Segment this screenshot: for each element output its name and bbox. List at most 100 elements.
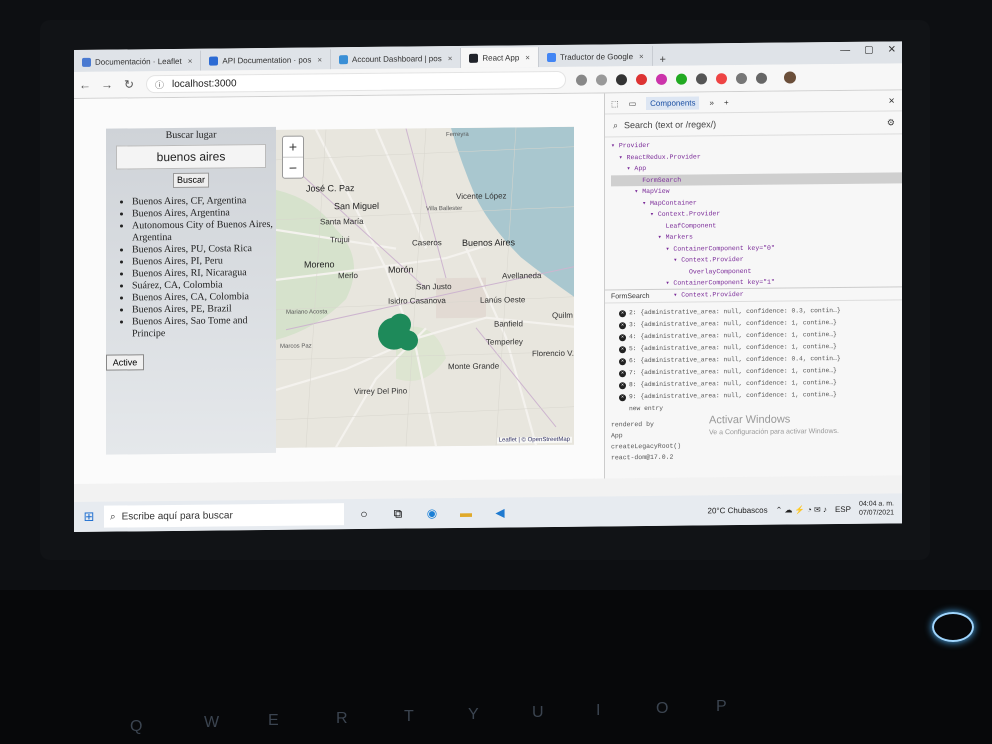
prop-text: 8: {administrative_area: null, confidenc… — [629, 379, 837, 389]
error-icon: × — [619, 346, 626, 354]
tray-icons[interactable]: ⌃ ☁ ⚡ ◔ ✉ ♪ — [776, 505, 827, 515]
close-icon[interactable]: ✕ — [888, 44, 896, 55]
component-search[interactable]: ⌕ Search (text or /regex/) ⚙ — [605, 111, 902, 138]
map-view[interactable]: Ferreyra José C. Paz San Miguel Santa Ma… — [276, 126, 574, 448]
map-label: Avellaneda — [502, 271, 542, 281]
results-list: Buenos Aires, CF, Argentina Buenos Aires… — [106, 195, 276, 341]
extension-icon[interactable] — [636, 73, 647, 85]
avatar[interactable] — [784, 71, 796, 84]
error-icon: × — [619, 358, 626, 366]
map-label: Quilm — [552, 310, 573, 320]
tab-favicon — [82, 57, 91, 67]
map-label: Moreno — [304, 259, 335, 270]
close-icon[interactable]: × — [639, 52, 644, 61]
search-button[interactable]: Buscar — [173, 172, 209, 188]
task-view-icon[interactable]: ⧉ — [390, 506, 406, 522]
component-tree: ▾ Provider ▾ ReactRedux.Provider ▾ App F… — [605, 134, 902, 301]
key-t: T — [404, 708, 414, 725]
info-icon[interactable]: ⓘ — [155, 78, 164, 91]
activation-watermark: Activar Windows — [709, 413, 791, 427]
search-icon: ⌕ — [613, 119, 619, 130]
rendered-by-item[interactable]: App — [611, 430, 681, 442]
clock-date: 07/07/2021 — [858, 509, 894, 517]
maximize-icon[interactable]: ▢ — [864, 45, 873, 56]
weather-widget[interactable]: 20°C Chubascos — [708, 505, 768, 515]
rendered-by-item[interactable]: react-dom@17.0.2 — [611, 452, 681, 464]
zoom-in-button[interactable]: + — [283, 137, 303, 157]
tab-favicon — [209, 55, 219, 66]
search-input[interactable]: buenos aires — [116, 143, 266, 170]
device-icon[interactable]: ▭ — [629, 99, 637, 108]
extensions-bar — [576, 71, 796, 86]
extension-icon[interactable] — [616, 73, 627, 85]
map-label: Morón — [388, 264, 414, 275]
list-item[interactable]: Autonomous City of Buenos Aires, Argenti… — [132, 219, 276, 245]
extension-icon[interactable] — [656, 73, 667, 85]
map-label: San Justo — [416, 282, 452, 292]
language-indicator[interactable]: ESP — [835, 504, 851, 513]
minimize-icon[interactable]: — — [840, 45, 850, 56]
inspect-icon[interactable]: ⬚ — [611, 99, 619, 108]
close-icon[interactable]: × — [317, 55, 322, 64]
more-tabs-icon[interactable]: » — [709, 98, 713, 107]
screen: Documentación · Leaflet × API Documentati… — [74, 41, 902, 532]
url-field[interactable]: ⓘ localhost:3000 — [146, 70, 566, 94]
map-label: Monte Grande — [448, 361, 500, 372]
close-icon[interactable]: × — [525, 53, 530, 62]
map-label: Santa María — [320, 216, 364, 227]
collections-icon[interactable] — [756, 72, 767, 84]
file-explorer-icon[interactable]: ▬ — [458, 505, 474, 521]
keyboard: Q W E R T Y U I O P — [0, 590, 992, 744]
taskbar-search[interactable]: ⌕ Escribe aquí para buscar — [104, 503, 344, 528]
location-icon[interactable] — [576, 74, 587, 86]
extension-icon[interactable] — [676, 73, 687, 85]
rendered-by-label: rendered by — [611, 420, 654, 429]
browser-tab-active[interactable]: React App × — [461, 47, 539, 68]
add-tab-icon[interactable]: + — [724, 98, 729, 107]
favorite-icon[interactable] — [596, 73, 607, 86]
close-icon[interactable]: × — [188, 56, 193, 65]
extension-icon[interactable] — [716, 72, 727, 84]
key-q: Q — [130, 718, 143, 735]
list-item[interactable]: Buenos Aires, Sao Tome and Principe — [132, 315, 276, 341]
tab-favicon — [469, 53, 479, 63]
reload-icon[interactable]: ↻ — [118, 77, 140, 91]
zoom-control: + − — [282, 135, 304, 179]
props-list: × 2: {administrative_area: null, confiden… — [619, 305, 841, 415]
extension-icon[interactable] — [696, 72, 707, 84]
search-icon: ⌕ — [110, 511, 116, 523]
back-icon[interactable]: ← — [74, 78, 96, 92]
tab-components[interactable]: Components — [646, 95, 700, 110]
browser-tab[interactable]: Account Dashboard | pos × — [331, 47, 462, 70]
forward-icon[interactable]: → — [96, 78, 118, 92]
prop-row[interactable]: × 9: {administrative_area: null, confiden… — [619, 389, 841, 403]
key-y: Y — [468, 706, 479, 723]
browser-tab[interactable]: Traductor de Google × — [538, 45, 653, 68]
browser-tab[interactable]: Documentación · Leaflet × — [74, 50, 202, 72]
clock[interactable]: 04:04 a. m. 07/07/2021 — [859, 499, 894, 517]
map-label: Florencio V. — [532, 348, 574, 359]
edge-icon[interactable]: ◉ — [424, 505, 440, 521]
close-icon[interactable]: ✕ — [888, 96, 895, 105]
tab-label: Account Dashboard | pos — [352, 53, 442, 64]
zoom-out-button[interactable]: − — [283, 156, 303, 178]
windows-icon[interactable]: ⊞ — [74, 509, 104, 525]
browser-tab[interactable]: API Documentation · pos × — [201, 49, 331, 71]
vscode-icon[interactable]: ◀ — [492, 504, 508, 520]
close-icon[interactable]: × — [448, 54, 453, 63]
map-label: Caseros — [412, 238, 442, 248]
selected-component-name: FormSearch — [611, 292, 650, 301]
gear-icon[interactable]: ⚙ — [887, 117, 895, 128]
tab-label: Traductor de Google — [559, 51, 634, 62]
cortana-icon[interactable]: ○ — [356, 506, 372, 522]
map-label: Marcos Paz — [280, 343, 312, 350]
active-button[interactable]: Active — [106, 354, 144, 371]
map-label: Trujui — [330, 235, 350, 245]
map-attribution[interactable]: Leaflet | © OpenStreetMap — [496, 436, 572, 444]
taskbar-search-placeholder: Escribe aquí para buscar — [121, 509, 233, 523]
new-tab-button[interactable]: + — [653, 54, 673, 66]
extension-icon[interactable] — [736, 72, 747, 84]
prop-text: 9: {administrative_area: null, confidenc… — [629, 391, 837, 401]
error-icon: × — [619, 310, 626, 318]
rendered-by-item[interactable]: createLegacyRoot() — [611, 441, 681, 453]
